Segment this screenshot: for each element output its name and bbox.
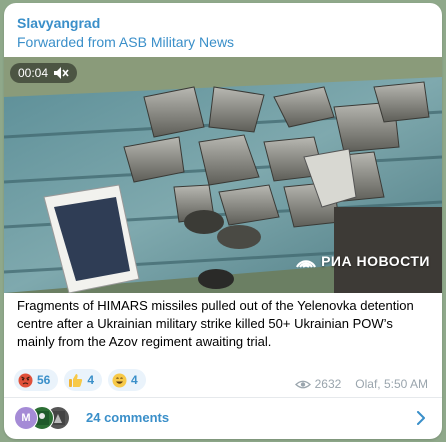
reaction-count: 56 bbox=[37, 373, 51, 387]
message-meta: 2632 Olaf, 5:50 AM bbox=[294, 377, 428, 391]
commenter-avatars: M bbox=[14, 406, 74, 430]
comments-button[interactable]: M 24 comments bbox=[4, 399, 442, 439]
video-duration-badge: 00:04 bbox=[10, 63, 78, 83]
avatar: M bbox=[14, 406, 38, 430]
thumbs-up-icon bbox=[68, 373, 83, 388]
reaction-count: 4 bbox=[87, 373, 95, 387]
grinning-face-icon bbox=[112, 373, 127, 388]
reaction-grin[interactable]: 4 bbox=[108, 369, 146, 391]
ria-novosti-watermark: РИА НОВОСТИ bbox=[295, 251, 430, 271]
reaction-thumbs-up[interactable]: 4 bbox=[64, 369, 103, 391]
author-and-time: Olaf, 5:50 AM bbox=[355, 377, 428, 391]
channel-name[interactable]: Slavyangrad bbox=[17, 15, 100, 31]
divider bbox=[4, 397, 442, 398]
video-duration: 00:04 bbox=[18, 66, 49, 80]
reactions-bar: 56 4 4 bbox=[14, 369, 146, 391]
forwarded-from[interactable]: Forwarded from ASB Military News bbox=[17, 34, 234, 50]
comments-count-label[interactable]: 24 comments bbox=[86, 410, 169, 425]
message-caption: Fragments of HIMARS missiles pulled out … bbox=[17, 298, 414, 349]
watermark-text: РИА НОВОСТИ bbox=[321, 253, 430, 269]
message-bubble: Slavyangrad Forwarded from ASB Military … bbox=[4, 3, 442, 439]
muted-speaker-icon[interactable] bbox=[53, 66, 69, 80]
reaction-count: 4 bbox=[131, 373, 138, 387]
angry-face-icon bbox=[18, 373, 33, 388]
eye-icon bbox=[294, 380, 311, 388]
reaction-angry[interactable]: 56 bbox=[14, 369, 59, 391]
chevron-right-icon[interactable] bbox=[416, 411, 426, 425]
video-thumbnail[interactable]: 00:04 РИА НОВОСТИ bbox=[4, 57, 442, 293]
ria-logo-icon bbox=[296, 260, 317, 268]
view-count: 2632 bbox=[314, 377, 342, 391]
